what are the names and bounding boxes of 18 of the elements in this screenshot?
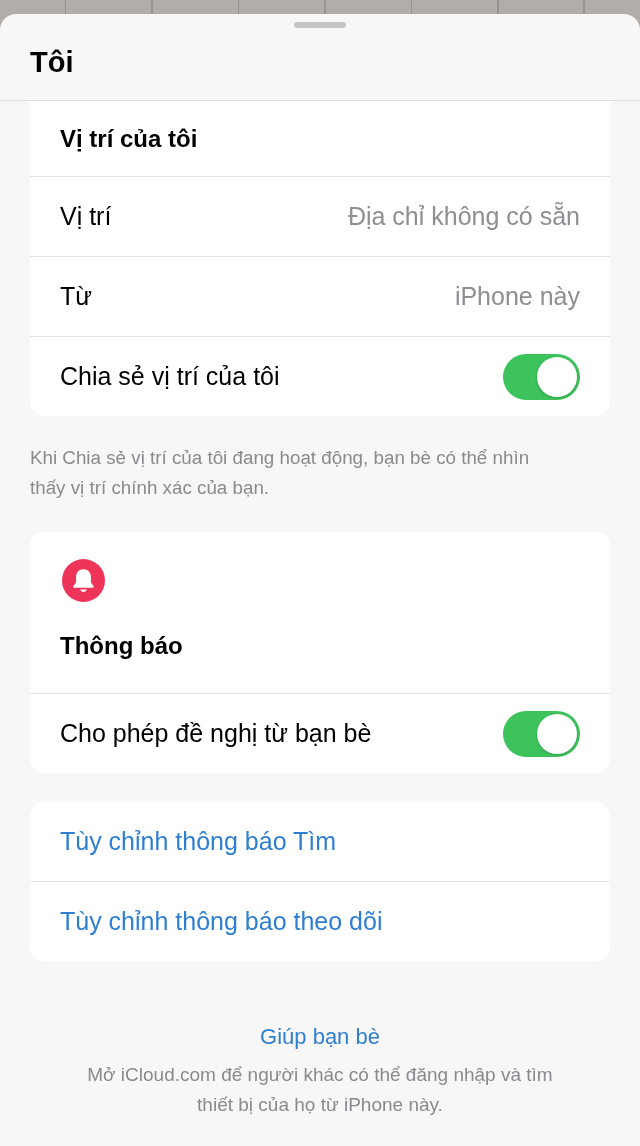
help-link[interactable]: Giúp bạn bè	[260, 1022, 380, 1052]
section-footer-text: Khi Chia sẻ vị trí của tôi đang hoạt động, bạn bè có thể nhìn thấy vị trí chính xác của bạn.	[30, 446, 531, 500]
row-label: Vị trí	[60, 202, 112, 231]
settings-link[interactable]: Tùy chỉnh thông báo theo dõi	[60, 907, 383, 936]
row-value: iPhone này	[454, 282, 580, 311]
section-title: Thông báo	[60, 632, 183, 660]
toggle-switch[interactable]	[503, 353, 580, 400]
sheet-title: Tôi	[30, 45, 74, 80]
row-label: Chia sẻ vị trí của tôi	[60, 362, 280, 391]
row-label: Cho phép đề nghị từ bạn bè	[60, 719, 372, 748]
bell-icon	[62, 559, 105, 602]
row-label: Từ	[60, 282, 92, 311]
section-title: Vị trí của tôi	[60, 124, 198, 153]
sheet-grabber-handle[interactable]	[294, 22, 346, 28]
row-value: Địa chỉ không có sẵn	[347, 202, 580, 231]
settings-link[interactable]: Tùy chỉnh thông báo Tìm	[60, 827, 337, 856]
toggle-switch[interactable]	[503, 710, 580, 757]
help-note: Mở iCloud.com để người khác có thể đăng nhập và tìm thiết bị của họ từ iPhone này.	[86, 1063, 554, 1117]
